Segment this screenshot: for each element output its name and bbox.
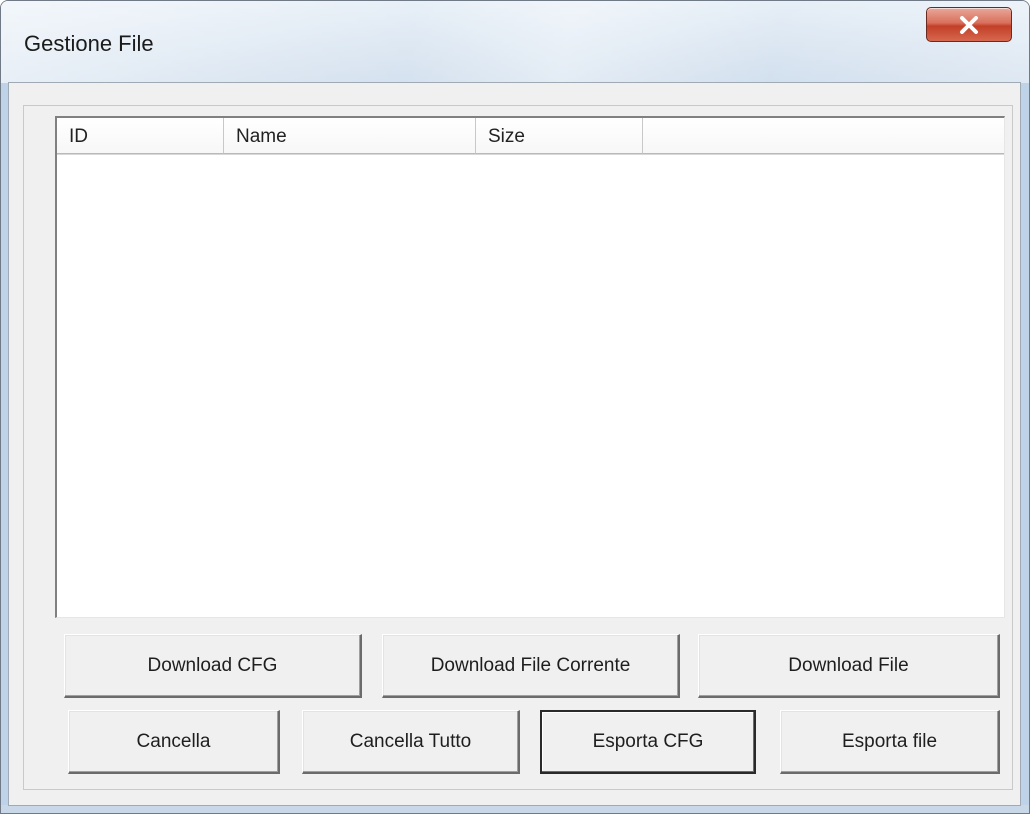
download-file-button[interactable]: Download File (698, 634, 1000, 698)
close-x-icon (959, 15, 979, 34)
file-list-view[interactable]: ID Name Size (55, 116, 1005, 618)
cancella-tutto-button[interactable]: Cancella Tutto (302, 710, 520, 774)
close-button[interactable] (926, 7, 1012, 42)
column-header-filler (643, 118, 1004, 154)
column-header-name[interactable]: Name (224, 118, 476, 154)
esporta-cfg-button[interactable]: Esporta CFG (540, 710, 756, 774)
window-title: Gestione File (24, 31, 154, 56)
column-header-size[interactable]: Size (476, 118, 643, 154)
list-header: ID Name Size (57, 118, 1004, 155)
title-bar[interactable]: Gestione File (1, 1, 1029, 83)
cancella-button[interactable]: Cancella (68, 710, 280, 774)
column-header-id[interactable]: ID (57, 118, 224, 154)
download-cfg-button[interactable]: Download CFG (64, 634, 362, 698)
window-bottom-frame (1, 805, 1029, 813)
download-file-corrente-button[interactable]: Download File Corrente (382, 634, 680, 698)
esporta-file-button[interactable]: Esporta file (780, 710, 1000, 774)
